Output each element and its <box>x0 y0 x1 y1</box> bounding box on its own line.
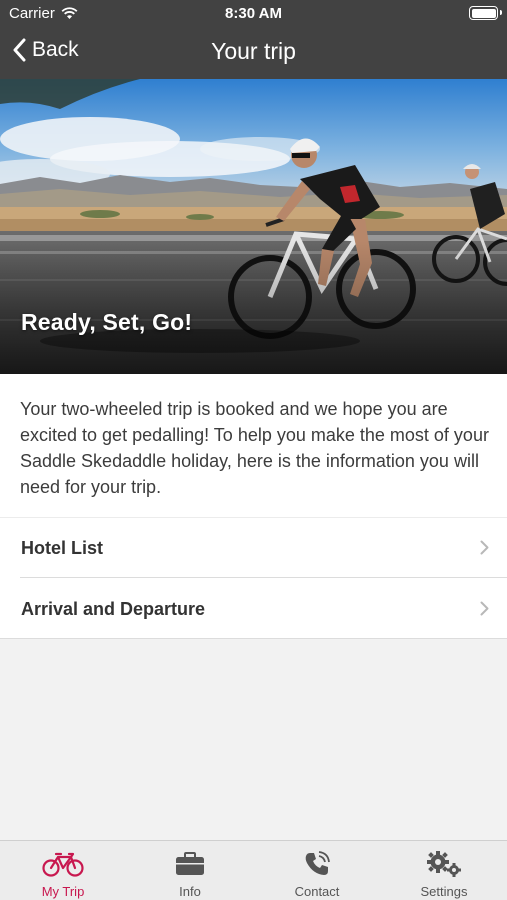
bicycle-icon <box>42 852 84 877</box>
battery-icon <box>469 6 502 20</box>
tab-bar: My Trip Info Contact Settings <box>0 840 507 900</box>
intro-text: Your two-wheeled trip is booked and we h… <box>20 399 489 497</box>
hero-banner: Ready, Set, Go! <box>0 79 507 374</box>
divider <box>20 577 507 578</box>
back-button[interactable]: Back <box>12 38 79 62</box>
tab-my-trip[interactable]: My Trip <box>0 841 126 900</box>
chevron-right-icon <box>480 601 489 616</box>
list-item-label: Arrival and Departure <box>21 599 206 619</box>
list-item-label: Hotel List <box>21 538 104 558</box>
tab-label: Info <box>179 884 201 899</box>
divider <box>0 638 507 639</box>
back-label: Back <box>32 38 79 61</box>
top-bar: Carrier 8:30 AM Back Your trip <box>0 0 507 79</box>
status-bar: Carrier 8:30 AM <box>0 0 507 28</box>
tab-contact[interactable]: Contact <box>254 841 380 900</box>
chevron-left-icon <box>13 38 26 62</box>
briefcase-icon <box>176 852 204 875</box>
navigation-bar: Back Your trip <box>0 28 507 79</box>
gears-icon <box>427 851 461 877</box>
status-time: 8:30 AM <box>225 5 282 22</box>
tab-settings[interactable]: Settings <box>381 841 507 900</box>
tab-label: Settings <box>420 884 468 899</box>
tab-info[interactable]: Info <box>127 841 253 900</box>
list-item-hotel-list[interactable]: Hotel List <box>0 518 507 578</box>
chevron-right-icon <box>480 540 489 555</box>
tab-label: My Trip <box>41 884 85 899</box>
phone-icon <box>305 851 330 875</box>
list-item-arrival-departure[interactable]: Arrival and Departure <box>0 579 507 639</box>
trip-content: Your two-wheeled trip is booked and we h… <box>0 374 507 639</box>
hero-caption: Ready, Set, Go! <box>21 309 193 335</box>
tab-label: Contact <box>294 884 340 899</box>
